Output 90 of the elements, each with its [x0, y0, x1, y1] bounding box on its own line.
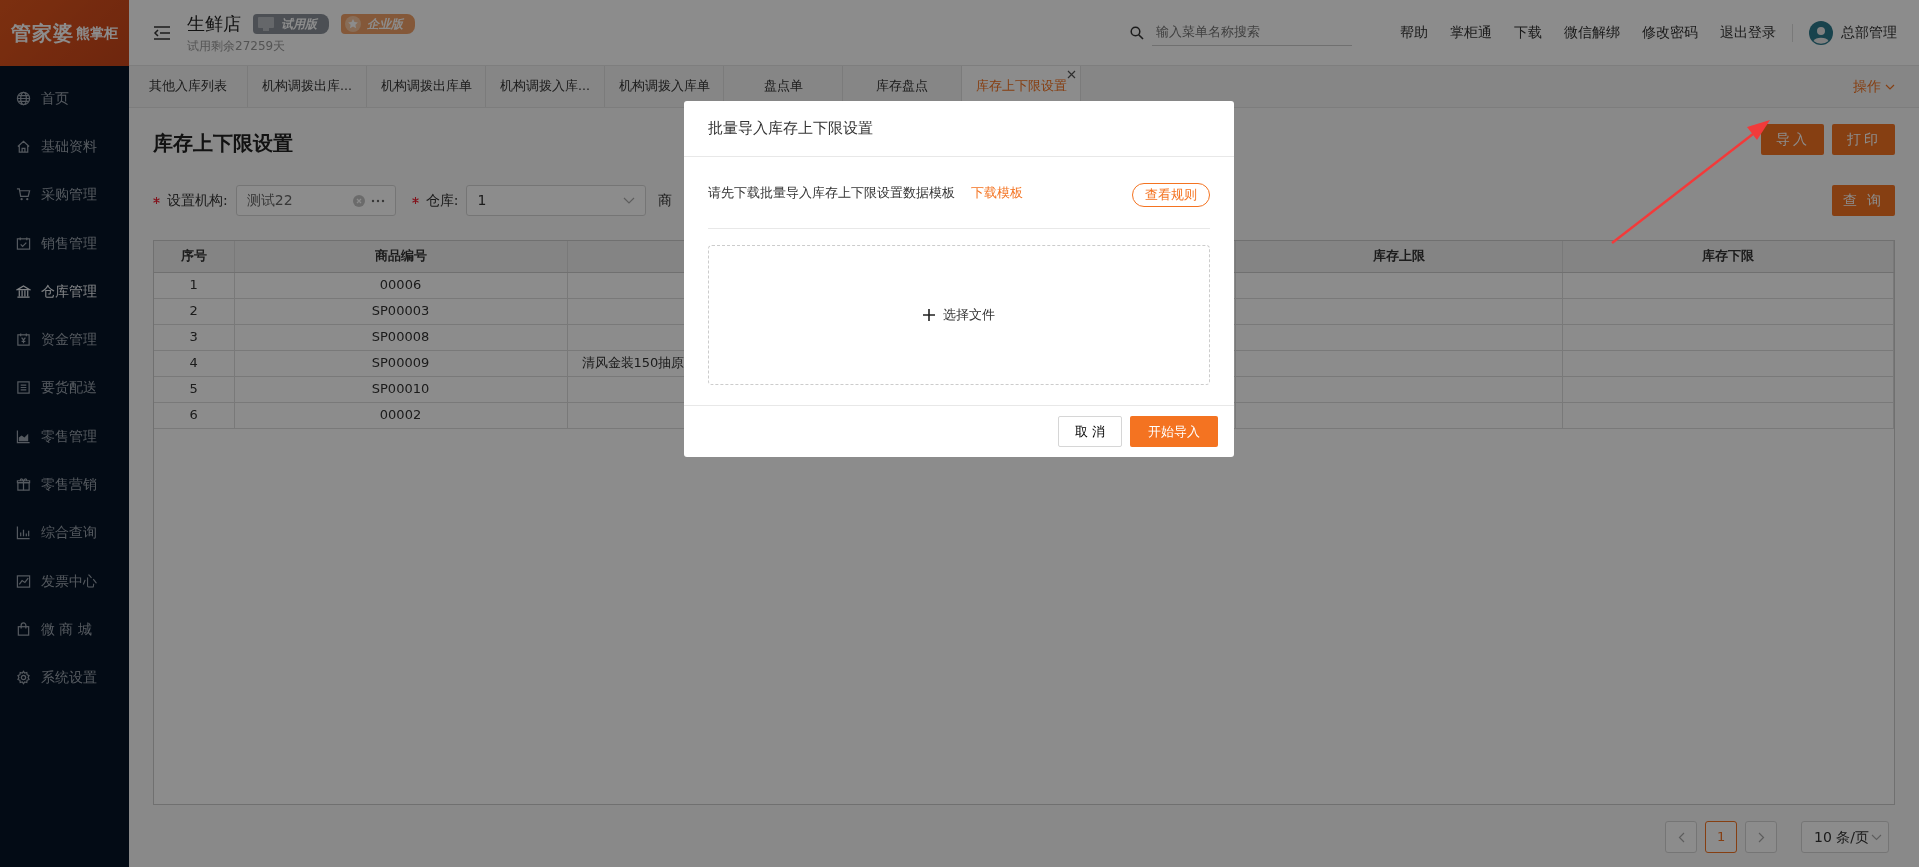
chevron-right-icon: [1757, 831, 1765, 843]
header-link[interactable]: 修改密码: [1642, 22, 1698, 43]
more-icon[interactable]: [370, 198, 385, 203]
bar-chart-icon: [16, 525, 31, 541]
wallet-icon: [16, 332, 31, 348]
table-cell: 00006: [234, 272, 567, 298]
column-header: 库存下限: [1562, 241, 1894, 272]
chevron-left-icon: [1677, 831, 1685, 843]
plus-icon: [923, 309, 935, 321]
header-link[interactable]: 下载: [1514, 22, 1542, 43]
template-download-link[interactable]: 下载模板: [971, 182, 1023, 203]
toolbar-button[interactable]: 导入: [1761, 124, 1824, 155]
header-link[interactable]: 退出登录: [1720, 22, 1776, 43]
chevron-down-icon: [1871, 833, 1882, 841]
table-cell: SP00003: [234, 298, 567, 324]
globe-icon: [16, 90, 31, 106]
org-lookup-field[interactable]: 测试22: [235, 185, 396, 216]
bag-icon: [16, 621, 31, 637]
view-rules-button[interactable]: 查看规则: [1132, 182, 1210, 207]
filter-label: 设置机构:: [167, 191, 228, 210]
query-button[interactable]: 查 询: [1832, 185, 1895, 216]
warehouse-select[interactable]: 1: [466, 185, 647, 216]
sidebar-item[interactable]: 销售管理: [0, 218, 129, 268]
table-cell: 5: [154, 376, 234, 402]
gift-icon: [16, 477, 31, 492]
line-chart-icon: [16, 573, 31, 589]
sidebar-item[interactable]: 零售营销: [0, 460, 129, 509]
monitor-icon: [257, 15, 275, 32]
sidebar-item[interactable]: 基础资料: [0, 122, 129, 171]
edition-badge: 企业版: [341, 13, 415, 34]
actions-dropdown[interactable]: 操作: [1853, 66, 1895, 107]
gear-icon: [16, 670, 31, 686]
tab[interactable]: 机构调拨出库单: [367, 66, 486, 107]
sidebar-item[interactable]: 资金管理: [0, 315, 129, 364]
start-import-button[interactable]: 开始导入: [1130, 416, 1218, 447]
user-name[interactable]: 总部管理: [1841, 22, 1897, 43]
table-cell: SP00008: [234, 324, 567, 350]
logo-subtext: 熊掌柜: [76, 23, 118, 43]
sidebar-item[interactable]: 零售管理: [0, 412, 129, 461]
sidebar-item[interactable]: 仓库管理: [0, 267, 129, 316]
tab[interactable]: 其他入库列表: [129, 66, 248, 107]
page-title: 库存上下限设置: [153, 130, 293, 157]
filter-label: 仓库:: [425, 191, 459, 210]
tab[interactable]: 机构调拨入库...: [486, 66, 605, 107]
cart-icon: [16, 187, 31, 203]
tab[interactable]: 机构调拨出库...: [248, 66, 367, 107]
store-name: 生鲜店: [187, 12, 241, 36]
search-field[interactable]: 输入菜单名称搜索: [1152, 19, 1352, 46]
search-icon: [1130, 25, 1144, 40]
page-size-select[interactable]: 10 条/页: [1801, 821, 1889, 853]
column-header: 库存上限: [1235, 241, 1562, 272]
menu-icon: [153, 25, 171, 41]
table-cell: 4: [154, 350, 234, 376]
close-icon[interactable]: [1067, 70, 1076, 79]
sidebar-item[interactable]: 综合查询: [0, 508, 129, 557]
filter-label: 商: [658, 191, 673, 210]
chevron-down-icon: [623, 197, 636, 204]
dialog-title: 批量导入库存上下限设置: [708, 118, 873, 140]
house-icon: [16, 138, 31, 154]
sidebar-item[interactable]: 系统设置: [0, 653, 129, 702]
calendar-icon: [16, 235, 31, 251]
file-dropzone[interactable]: 选择文件: [708, 245, 1210, 385]
column-header: 序号: [154, 241, 234, 272]
table-cell: 6: [154, 402, 234, 428]
edition-badge: 试用版: [253, 13, 329, 34]
cancel-button[interactable]: 取 消: [1058, 416, 1122, 447]
sidebar-item[interactable]: 采购管理: [0, 170, 129, 219]
table-cell: SP00009: [234, 350, 567, 376]
instruction-text: 请先下载批量导入库存上下限设置数据模板: [708, 183, 955, 202]
bank-icon: [16, 283, 31, 299]
toolbar-button[interactable]: 打印: [1832, 124, 1895, 155]
avatar: [1809, 20, 1833, 45]
list-icon: [16, 380, 31, 396]
table-cell: 00002: [234, 402, 567, 428]
column-header: 商品编号: [234, 241, 567, 272]
table-cell: 3: [154, 324, 234, 350]
header-link[interactable]: 微信解绑: [1564, 22, 1620, 43]
logo-text: 管家婆: [11, 20, 74, 47]
sidebar-item[interactable]: 首页: [0, 74, 129, 123]
table-cell: 2: [154, 298, 234, 324]
sidebar-item[interactable]: 要货配送: [0, 363, 129, 413]
sidebar-item[interactable]: 发票中心: [0, 556, 129, 606]
table-cell: 1: [154, 272, 234, 298]
caret-icon: [1885, 83, 1895, 90]
header-link[interactable]: 掌柜通: [1450, 22, 1492, 43]
area-chart-icon: [16, 428, 31, 444]
header-link[interactable]: 帮助: [1400, 22, 1428, 43]
table-cell: SP00010: [234, 376, 567, 402]
page-button[interactable]: 1: [1705, 821, 1737, 853]
sidebar-item[interactable]: 微 商 城: [0, 605, 129, 654]
